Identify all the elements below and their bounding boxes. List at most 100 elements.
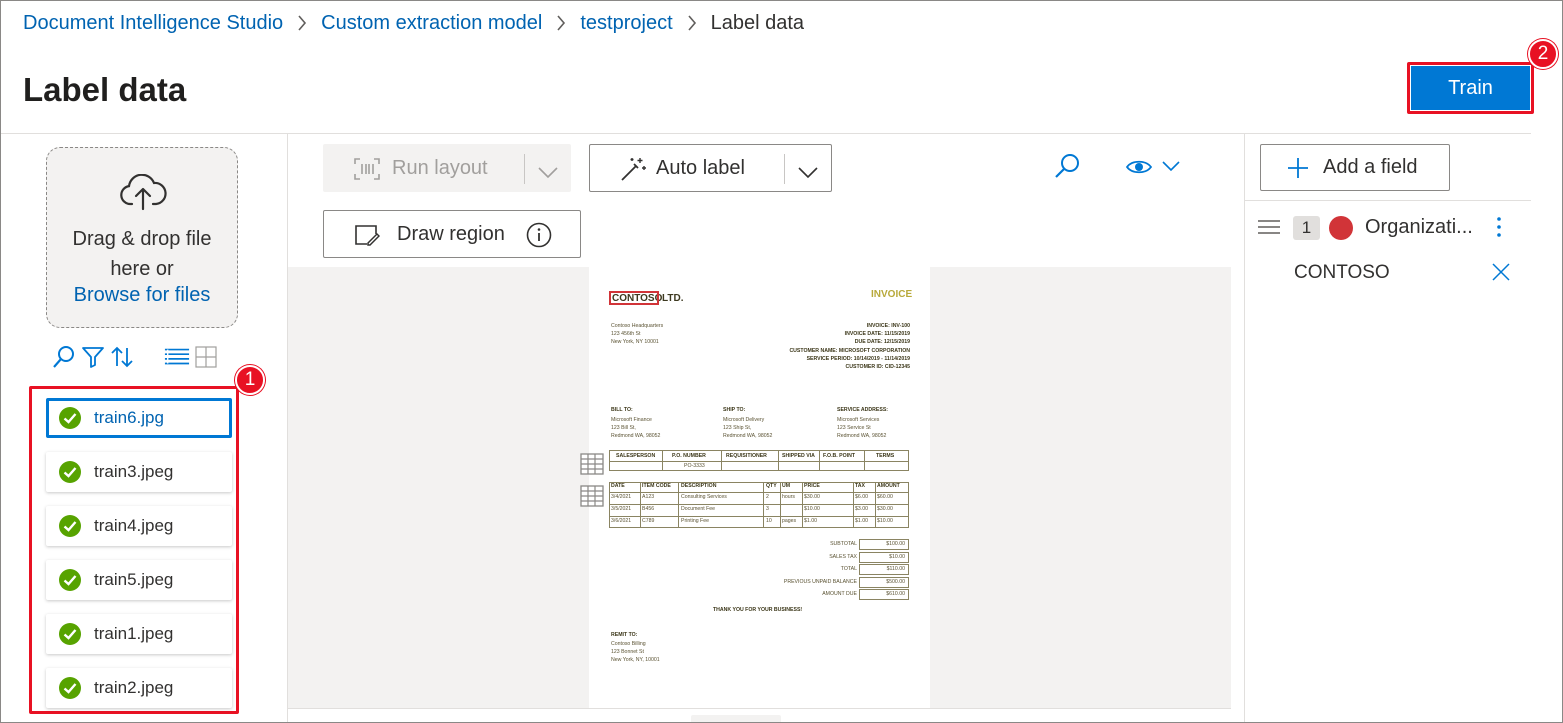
plus-icon bbox=[1287, 157, 1309, 179]
doc-table-cell: $6.00 bbox=[855, 494, 868, 500]
breadcrumb-studio[interactable]: Document Intelligence Studio bbox=[23, 12, 283, 35]
doc-table-cell: Consulting Services bbox=[681, 494, 727, 500]
check-circle-icon bbox=[59, 569, 81, 591]
doc-section-header: BILL TO: bbox=[611, 407, 633, 413]
doc-table-cell: $1.00 bbox=[804, 518, 817, 524]
doc-section-header: SHIP TO: bbox=[723, 407, 746, 413]
close-icon[interactable] bbox=[1491, 262, 1511, 287]
step-badge-2: 2 bbox=[1528, 39, 1558, 69]
doc-bill-to: Microsoft Finance bbox=[611, 417, 652, 423]
breadcrumb: Document Intelligence Studio Custom extr… bbox=[23, 9, 804, 37]
doc-table-cell: $10.00 bbox=[804, 506, 820, 512]
table-icon[interactable] bbox=[580, 485, 604, 512]
doc-bill-to: Redmond WA, 98052 bbox=[611, 433, 661, 439]
doc-table-cell: 10 bbox=[766, 518, 772, 524]
file-item-train3[interactable]: train3.jpeg bbox=[46, 452, 232, 492]
add-field-button[interactable]: Add a field bbox=[1260, 144, 1450, 191]
file-name: train2.jpeg bbox=[94, 678, 174, 697]
doc-table-cell: $60.00 bbox=[877, 494, 893, 500]
table-icon[interactable] bbox=[580, 453, 604, 480]
doc-address-line: New York, NY 10001 bbox=[611, 339, 659, 345]
draw-region-button[interactable]: Draw region bbox=[323, 210, 581, 258]
doc-table-header: QTY bbox=[766, 483, 777, 489]
doc-address-line: Contoso Headquarters bbox=[611, 323, 664, 329]
file-item-train5[interactable]: train5.jpeg bbox=[46, 560, 232, 600]
doc-table-cell: Printing Fee bbox=[681, 518, 709, 524]
file-name: train3.jpeg bbox=[94, 462, 174, 481]
doc-table-cell: 3 bbox=[766, 506, 769, 512]
doc-title: INVOICE bbox=[871, 289, 913, 300]
file-dropzone[interactable]: Drag & drop file here or Browse for file… bbox=[46, 147, 238, 328]
drag-handle-icon[interactable] bbox=[1257, 220, 1281, 239]
field-value: CONTOSO bbox=[1294, 262, 1390, 283]
labeled-region-organization[interactable] bbox=[609, 291, 659, 305]
doc-table-cell: B456 bbox=[642, 506, 655, 512]
doc-total-label: AMOUNT DUE bbox=[822, 591, 857, 597]
viewer-scrollbar-thumb[interactable] bbox=[691, 715, 781, 722]
field-name: Organizati... bbox=[1365, 216, 1473, 238]
file-list-toolbar bbox=[51, 344, 222, 370]
more-options-icon[interactable] bbox=[1495, 215, 1503, 244]
list-view-icon[interactable] bbox=[164, 344, 190, 370]
run-layout-button[interactable]: Run layout bbox=[323, 144, 571, 192]
train-button[interactable]: Train bbox=[1411, 66, 1530, 110]
chevron-down-icon[interactable] bbox=[798, 162, 818, 185]
cloud-upload-icon bbox=[119, 173, 167, 217]
search-icon[interactable] bbox=[51, 344, 77, 370]
check-circle-icon bbox=[59, 461, 81, 483]
file-name: train1.jpeg bbox=[94, 624, 174, 643]
doc-company-suffix: LTD. bbox=[662, 293, 684, 304]
doc-total-value: $610.00 bbox=[859, 589, 909, 600]
page-title: Label data bbox=[23, 71, 187, 108]
chevron-right-icon bbox=[687, 15, 697, 31]
doc-remit-line: 123 Bonnet St bbox=[611, 649, 644, 655]
run-layout-icon bbox=[354, 158, 380, 186]
file-item-train4[interactable]: train4.jpeg bbox=[46, 506, 232, 546]
field-color-dot[interactable] bbox=[1329, 216, 1353, 240]
magic-wand-icon bbox=[620, 157, 646, 187]
document-page[interactable]: CONTOSO LTD. INVOICE Contoso Headquarter… bbox=[589, 267, 930, 708]
dropzone-text: Drag & drop file here or bbox=[72, 228, 212, 280]
field-row-organization[interactable]: 1 Organizati... bbox=[1245, 207, 1531, 247]
file-item-train1[interactable]: train1.jpeg bbox=[46, 614, 232, 654]
doc-total-label: PREVIOUS UNPAID BALANCE bbox=[783, 578, 857, 585]
add-field-label: Add a field bbox=[1323, 156, 1418, 178]
step-badge-1: 1 bbox=[235, 365, 265, 395]
doc-table-cell: A123 bbox=[642, 494, 655, 500]
file-name: train4.jpeg bbox=[94, 516, 174, 535]
draw-region-label: Draw region bbox=[397, 222, 505, 245]
doc-meta-line: INVOICE: INV-100 bbox=[866, 323, 910, 329]
auto-label-button[interactable]: Auto label bbox=[589, 144, 832, 192]
doc-table-cell: 3/6/2021 bbox=[611, 518, 632, 524]
doc-table-header: TERMS bbox=[876, 453, 895, 459]
search-icon[interactable] bbox=[1054, 153, 1080, 184]
file-name: train6.jpg bbox=[94, 408, 164, 427]
view-options-icon[interactable] bbox=[1125, 154, 1185, 185]
chevron-right-icon bbox=[556, 15, 566, 31]
doc-service-address: Redmond WA, 98052 bbox=[837, 433, 887, 439]
sort-icon[interactable] bbox=[109, 344, 135, 370]
doc-remit-header: REMIT TO: bbox=[611, 632, 638, 638]
run-layout-label: Run layout bbox=[392, 156, 488, 179]
doc-total-value: $110.00 bbox=[859, 564, 909, 575]
doc-table-cell: $30.00 bbox=[804, 494, 820, 500]
field-index: 1 bbox=[1293, 216, 1320, 240]
doc-table-cell: pages bbox=[782, 518, 797, 524]
file-item-train6[interactable]: train6.jpg bbox=[46, 398, 232, 438]
info-icon[interactable] bbox=[526, 222, 552, 254]
doc-table-po[interactable]: SALESPERSON P.O. NUMBER REQUISITIONER SH… bbox=[609, 450, 909, 471]
file-item-train2[interactable]: train2.jpeg bbox=[46, 668, 232, 708]
doc-table-cell: hours bbox=[782, 494, 795, 500]
breadcrumb-project[interactable]: testproject bbox=[580, 12, 672, 35]
doc-table-header: F.O.B. POINT bbox=[823, 453, 855, 459]
chevron-down-icon[interactable] bbox=[538, 162, 558, 185]
doc-table-header: AMOUNT bbox=[877, 483, 900, 489]
browse-files-link[interactable]: Browse for files bbox=[47, 284, 237, 307]
grid-view-icon[interactable] bbox=[193, 344, 219, 370]
check-circle-icon bbox=[59, 677, 81, 699]
doc-meta-line: CUSTOMER ID: CID-12345 bbox=[845, 364, 910, 370]
doc-ship-to: 123 Ship St, bbox=[723, 425, 752, 431]
breadcrumb-custom-model[interactable]: Custom extraction model bbox=[321, 12, 542, 35]
filter-icon[interactable] bbox=[80, 344, 106, 370]
doc-table-cell: 3/5/2021 bbox=[611, 506, 632, 512]
